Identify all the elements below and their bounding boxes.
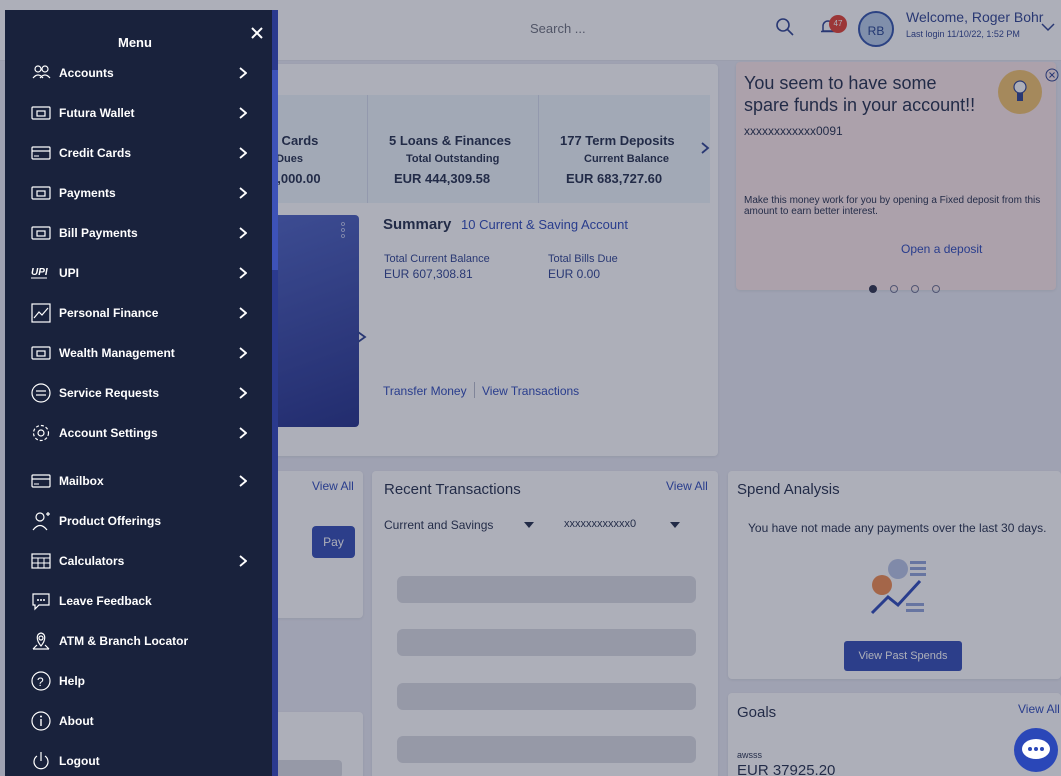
- menu-item-credit-cards[interactable]: Credit Cards: [30, 142, 270, 164]
- calculator-icon: [31, 553, 51, 569]
- payments-icon: [31, 186, 51, 200]
- chevron-right-icon: [239, 307, 247, 319]
- personal-finance-icon: [31, 303, 51, 323]
- chevron-right-icon: [239, 347, 247, 359]
- menu-item-mailbox[interactable]: Mailbox: [30, 470, 270, 492]
- menu-item-service-requests[interactable]: Service Requests: [30, 382, 270, 404]
- settings-gear-icon: [32, 424, 50, 442]
- menu-item-label: UPI: [59, 266, 80, 280]
- menu-item-label: Logout: [59, 754, 100, 768]
- menu-item-label: Personal Finance: [59, 306, 159, 320]
- menu-item-label: Calculators: [59, 554, 125, 568]
- menu-item-bill-payments[interactable]: Bill Payments: [30, 222, 270, 244]
- chevron-right-icon: [239, 187, 247, 199]
- feedback-icon: [32, 593, 50, 611]
- side-menu: Menu Accounts Futura Wallet Credit Cards…: [5, 10, 278, 776]
- menu-item-logout[interactable]: Logout: [30, 750, 270, 772]
- close-icon[interactable]: [249, 25, 265, 41]
- menu-item-futura-wallet[interactable]: Futura Wallet: [30, 102, 270, 124]
- locator-icon: [32, 632, 50, 650]
- logout-icon: [33, 752, 49, 770]
- scrollbar-thumb[interactable]: [272, 70, 278, 270]
- menu-item-label: Mailbox: [59, 474, 104, 488]
- chevron-right-icon: [239, 107, 247, 119]
- menu-item-wealth-management[interactable]: Wealth Management: [30, 342, 270, 364]
- mailbox-icon: [31, 474, 51, 488]
- info-icon: [31, 711, 51, 731]
- menu-item-label: Payments: [59, 186, 116, 200]
- chevron-right-icon: [239, 387, 247, 399]
- menu-item-label: Product Offerings: [59, 514, 162, 528]
- menu-item-account-settings[interactable]: Account Settings: [30, 422, 270, 444]
- menu-item-about[interactable]: About: [30, 710, 270, 732]
- chevron-right-icon: [239, 147, 247, 159]
- menu-item-label: ATM & Branch Locator: [59, 634, 189, 648]
- menu-item-upi[interactable]: UPI UPI: [30, 262, 270, 284]
- menu-item-label: Leave Feedback: [59, 594, 152, 608]
- bill-payments-icon: [31, 226, 51, 240]
- menu-item-help[interactable]: ? Help: [30, 670, 270, 692]
- menu-item-product-offerings[interactable]: Product Offerings: [30, 510, 270, 532]
- menu-item-label: Credit Cards: [59, 146, 132, 160]
- menu-scrollbar[interactable]: [272, 10, 278, 776]
- menu-item-label: About: [59, 714, 94, 728]
- menu-item-label: Bill Payments: [59, 226, 138, 240]
- chevron-right-icon: [239, 67, 247, 79]
- menu-item-accounts[interactable]: Accounts: [30, 62, 270, 84]
- wealth-icon: [31, 346, 51, 360]
- menu-item-label: Account Settings: [59, 426, 158, 440]
- svg-text:?: ?: [37, 675, 44, 689]
- menu-item-label: Help: [59, 674, 86, 688]
- help-icon: ?: [31, 671, 51, 691]
- accounts-icon: [32, 65, 51, 79]
- credit-card-icon: [31, 146, 51, 160]
- svg-text:UPI: UPI: [31, 267, 48, 278]
- service-requests-icon: [31, 383, 51, 403]
- chevron-right-icon: [239, 475, 247, 487]
- menu-item-label: Wealth Management: [59, 346, 175, 360]
- upi-icon: UPI: [31, 267, 48, 279]
- wallet-icon: [31, 106, 51, 120]
- menu-item-atm-branch-locator[interactable]: ATM & Branch Locator: [30, 630, 270, 652]
- menu-item-leave-feedback[interactable]: Leave Feedback: [30, 590, 270, 612]
- chatbot-icon[interactable]: [1006, 726, 1061, 776]
- menu-item-label: Accounts: [59, 66, 114, 80]
- menu-item-label: Futura Wallet: [59, 106, 135, 120]
- chevron-right-icon: [239, 227, 247, 239]
- menu-title: Menu: [118, 35, 152, 50]
- chevron-right-icon: [239, 555, 247, 567]
- menu-item-calculators[interactable]: Calculators: [30, 550, 270, 572]
- menu-item-label: Service Requests: [59, 386, 160, 400]
- product-offerings-icon: [32, 512, 50, 531]
- menu-item-personal-finance[interactable]: Personal Finance: [30, 302, 270, 324]
- chevron-right-icon: [239, 427, 247, 439]
- menu-item-payments[interactable]: Payments: [30, 182, 270, 204]
- chevron-right-icon: [239, 267, 247, 279]
